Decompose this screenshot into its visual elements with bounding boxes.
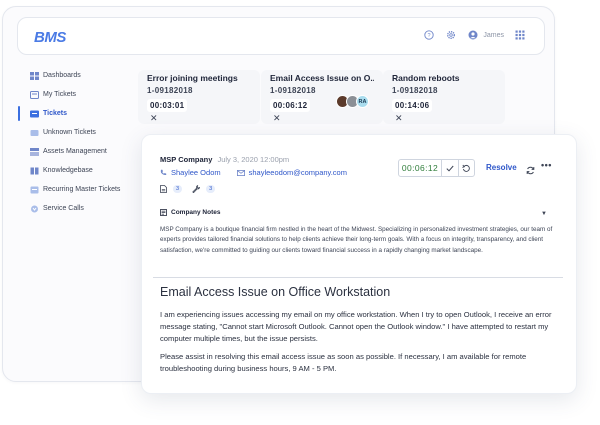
- time-tracker: 00:06:12: [398, 159, 475, 177]
- phone-icon: [160, 169, 167, 176]
- sidebar-item-assets-management[interactable]: Assets Management: [18, 142, 128, 161]
- section-divider: [153, 277, 563, 278]
- knowledgebase-icon: [30, 167, 39, 175]
- tools-count-badge: 3: [206, 185, 216, 193]
- notes-icon: [160, 209, 167, 216]
- checkmark-icon: [446, 165, 454, 172]
- tickets-icon: [30, 110, 39, 118]
- sidebar-item-label: Dashboards: [43, 72, 81, 79]
- close-icon[interactable]: ✕: [273, 113, 281, 124]
- ticket-detail-panel: MSP Company July 3, 2020 12:00pm Shaylee…: [141, 134, 577, 394]
- reset-timer-button[interactable]: [459, 160, 475, 176]
- sidebar-item-tickets[interactable]: Tickets: [18, 104, 128, 123]
- sidebar-item-label: Knowledgebase: [43, 167, 93, 174]
- issue-paragraph: Please assist in resolving this email ac…: [160, 352, 527, 373]
- sidebar-item-label: Assets Management: [43, 148, 107, 155]
- ticket-meta: MSP Company July 3, 2020 12:00pm: [160, 155, 289, 164]
- help-icon[interactable]: ?: [423, 29, 435, 41]
- sidebar-item-label: My Tickets: [43, 91, 77, 98]
- sidebar-item-label: Service Calls: [43, 205, 84, 212]
- contact-name: Shaylee Odom: [171, 168, 221, 177]
- user-menu[interactable]: James: [467, 29, 504, 41]
- more-options-button[interactable]: •••: [541, 160, 552, 170]
- top-bar: BMS ? James: [17, 17, 545, 55]
- document-icon[interactable]: [160, 185, 167, 193]
- chevron-down-icon[interactable]: ▼: [541, 211, 547, 217]
- user-name: James: [483, 31, 504, 39]
- header-actions: ? James: [423, 29, 526, 41]
- stop-timer-button[interactable]: [442, 160, 459, 176]
- ticket-datetime: July 3, 2020 12:00pm: [217, 155, 290, 164]
- contact-info: Shaylee Odom shayleeodom@company.com: [160, 168, 347, 177]
- ticket-title: Email Access Issue on O...: [270, 73, 374, 83]
- sidebar-item-label: Recurring Master Tickets: [43, 186, 121, 193]
- ticket-timer: 00:14:06: [392, 99, 433, 112]
- resolve-button[interactable]: Resolve: [486, 163, 517, 172]
- user-icon: [467, 29, 479, 41]
- ticket-timer: 00:03:01: [147, 99, 188, 112]
- close-icon[interactable]: ✕: [150, 113, 158, 124]
- ticket-title: Random reboots: [392, 73, 460, 83]
- contact-email-link[interactable]: shayleeodom@company.com: [236, 168, 347, 177]
- sidebar-item-service-calls[interactable]: Service Calls: [18, 199, 128, 218]
- contact-email: shayleeodom@company.com: [248, 168, 347, 177]
- ticket-title: Error joining meetings: [147, 73, 238, 83]
- ticket-number: 1-09182018: [147, 86, 193, 95]
- company-notes-text: MSP Company is a boutique financial firm…: [160, 226, 553, 254]
- attachments-count-badge: 3: [173, 185, 183, 193]
- recurring-icon: [30, 186, 39, 194]
- mail-icon: [236, 169, 245, 176]
- sidebar-item-label: Tickets: [43, 110, 67, 117]
- sidebar-item-unknown-tickets[interactable]: Unknown Tickets: [18, 123, 128, 142]
- ticket-number: 1-09182018: [270, 86, 316, 95]
- dashboard-icon: [30, 71, 39, 80]
- company-notes-label: Company Notes: [171, 209, 221, 216]
- sidebar-item-knowledgebase[interactable]: Knowledgebase: [18, 161, 128, 180]
- svg-text:?: ?: [428, 33, 431, 39]
- company-name[interactable]: MSP Company: [160, 155, 212, 164]
- avatar[interactable]: RA: [356, 95, 369, 108]
- assets-icon: [30, 147, 39, 156]
- issue-description: I am experiencing issues accessing my em…: [160, 309, 565, 375]
- sidebar-item-dashboards[interactable]: Dashboards: [18, 66, 128, 85]
- app-logo[interactable]: BMS: [34, 29, 66, 46]
- elapsed-timer: 00:06:12: [399, 160, 442, 176]
- apps-grid-icon[interactable]: [514, 29, 526, 41]
- service-calls-icon: [30, 205, 39, 213]
- ticket-attachments: 3 3: [160, 185, 216, 193]
- assignee-avatars: RA: [336, 95, 369, 108]
- undo-icon: [462, 164, 470, 172]
- company-notes-header[interactable]: Company Notes: [160, 209, 220, 216]
- close-icon[interactable]: ✕: [395, 113, 403, 124]
- unknown-tickets-icon: [30, 129, 39, 137]
- sidebar-item-recurring-master-tickets[interactable]: Recurring Master Tickets: [18, 180, 128, 199]
- ticket-number: 1-09182018: [392, 86, 438, 95]
- sidebar-item-label: Unknown Tickets: [43, 129, 96, 136]
- issue-title: Email Access Issue on Office Workstation: [160, 285, 391, 299]
- settings-icon[interactable]: [445, 29, 457, 41]
- refresh-icon[interactable]: [526, 162, 535, 180]
- wrench-icon[interactable]: [192, 185, 201, 193]
- sidebar-item-my-tickets[interactable]: My Tickets: [18, 85, 128, 104]
- ticket-timer: 00:06:12: [270, 99, 311, 112]
- contact-name-link[interactable]: Shaylee Odom: [160, 168, 221, 177]
- my-tickets-icon: [30, 90, 39, 99]
- sidebar: Dashboards My Tickets Tickets Unknown Ti…: [18, 66, 128, 218]
- issue-paragraph: I am experiencing issues accessing my em…: [160, 310, 552, 343]
